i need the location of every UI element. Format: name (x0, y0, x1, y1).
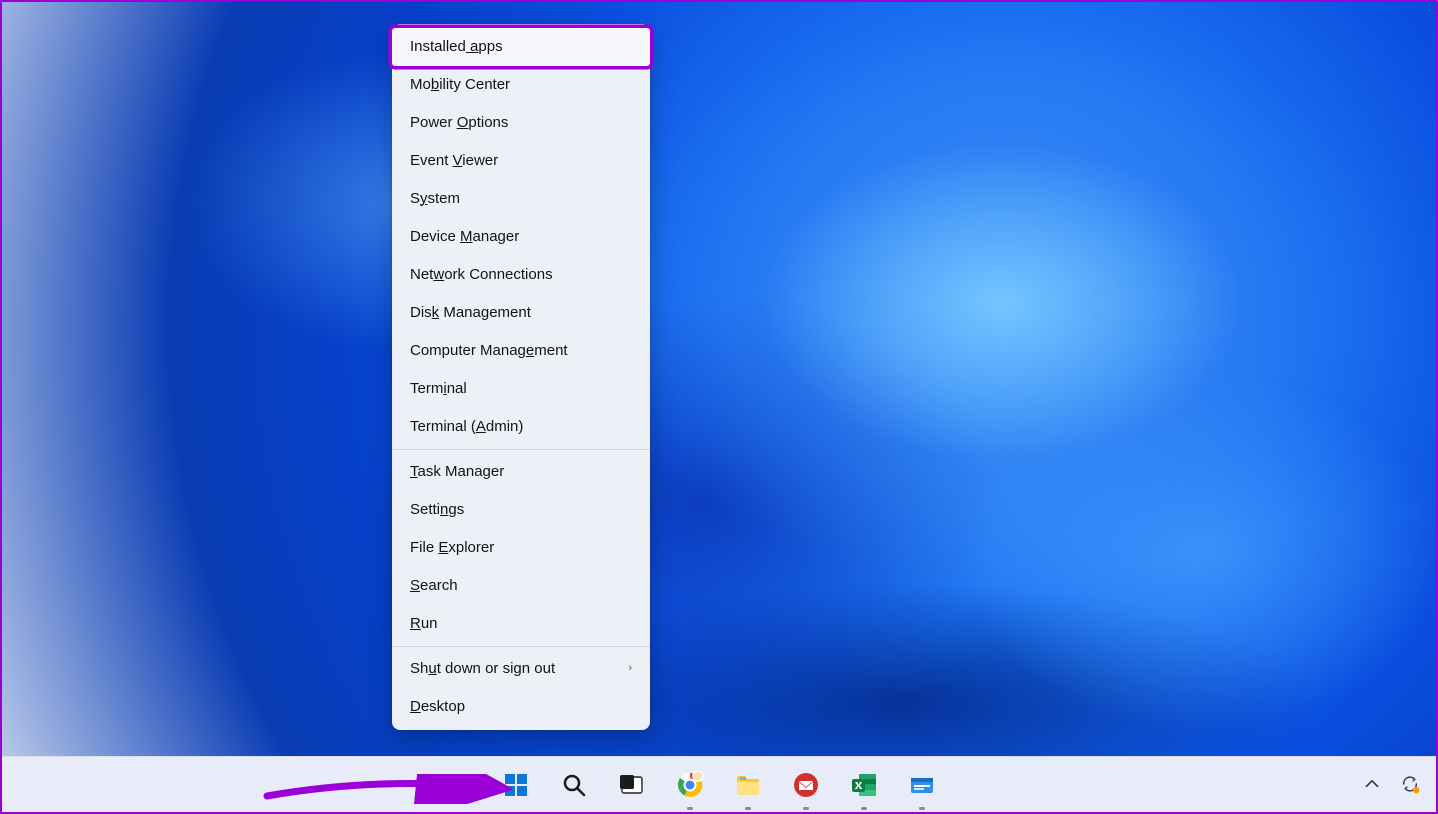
menu-item-label: Terminal (410, 380, 467, 398)
menu-item-label: Installed apps (410, 38, 503, 56)
menu-item-label: Task Manager (410, 463, 504, 481)
task-view-button[interactable] (612, 765, 652, 805)
running-indicator (803, 807, 809, 810)
chrome-app[interactable] (670, 765, 710, 805)
tray-sync-icon[interactable] (1396, 770, 1424, 798)
desktop-wallpaper[interactable] (2, 2, 1436, 812)
menu-item-event-viewer[interactable]: Event Viewer (392, 142, 650, 180)
menu-item-terminal[interactable]: Terminal (392, 370, 650, 408)
winx-context-menu: Installed apps Mobility Center Power Optio… (392, 24, 650, 730)
menu-item-shut-down-or-sign-out[interactable]: Shut down or sign out › (392, 650, 650, 688)
menu-item-search[interactable]: Search (392, 567, 650, 605)
menu-item-disk-management[interactable]: Disk Management (392, 294, 650, 332)
excel-icon (850, 771, 878, 799)
menu-item-device-manager[interactable]: Device Manager (392, 218, 650, 256)
menu-item-run[interactable]: Run (392, 605, 650, 643)
menu-item-label: Device Manager (410, 228, 519, 246)
chevron-right-icon: › (628, 662, 632, 675)
menu-item-network-connections[interactable]: Network Connections (392, 256, 650, 294)
menu-item-label: Computer Management (410, 342, 568, 360)
menu-item-file-explorer[interactable]: File Explorer (392, 529, 650, 567)
menu-item-label: Event Viewer (410, 152, 498, 170)
tray-overflow-chevron[interactable] (1358, 770, 1386, 798)
menu-item-label: Disk Management (410, 304, 531, 322)
chevron-up-icon (1361, 773, 1383, 795)
taskview-icon (618, 771, 646, 799)
menu-item-label: Settings (410, 501, 464, 519)
menu-item-label: File Explorer (410, 539, 494, 557)
folder-icon (734, 771, 762, 799)
run-app[interactable] (902, 765, 942, 805)
mail-icon (792, 771, 820, 799)
running-indicator (745, 807, 751, 810)
menu-item-mobility-center[interactable]: Mobility Center (392, 66, 650, 104)
windows-icon (502, 771, 530, 799)
taskbar (2, 756, 1436, 812)
menu-item-label: Shut down or sign out (410, 660, 555, 678)
menu-item-label: System (410, 190, 460, 208)
file-explorer-app[interactable] (728, 765, 768, 805)
menu-item-desktop[interactable]: Desktop (392, 688, 650, 726)
menu-item-computer-management[interactable]: Computer Management (392, 332, 650, 370)
menu-item-label: Terminal (Admin) (410, 418, 523, 436)
running-indicator (687, 807, 693, 810)
menu-item-label: Search (410, 577, 458, 595)
running-indicator (919, 807, 925, 810)
menu-item-terminal-admin[interactable]: Terminal (Admin) (392, 408, 650, 446)
taskbar-center-icons (496, 765, 942, 805)
menu-item-task-manager[interactable]: Task Manager (392, 453, 650, 491)
running-indicator (861, 807, 867, 810)
system-tray (1358, 756, 1424, 812)
menu-item-label: Run (410, 615, 438, 633)
menu-separator (392, 646, 650, 647)
menu-item-label: Network Connections (410, 266, 553, 284)
chrome-icon (676, 771, 704, 799)
menu-item-system[interactable]: System (392, 180, 650, 218)
menu-item-label: Power Options (410, 114, 508, 132)
menu-item-label: Mobility Center (410, 76, 510, 94)
excel-app[interactable] (844, 765, 884, 805)
search-button[interactable] (554, 765, 594, 805)
menu-separator (392, 449, 650, 450)
run-icon (908, 771, 936, 799)
mail-app[interactable] (786, 765, 826, 805)
sync-icon (1399, 773, 1421, 795)
search-icon (560, 771, 588, 799)
start-button[interactable] (496, 765, 536, 805)
menu-item-installed-apps[interactable]: Installed apps (392, 28, 650, 66)
menu-item-settings[interactable]: Settings (392, 491, 650, 529)
menu-item-label: Desktop (410, 698, 465, 716)
menu-item-power-options[interactable]: Power Options (392, 104, 650, 142)
